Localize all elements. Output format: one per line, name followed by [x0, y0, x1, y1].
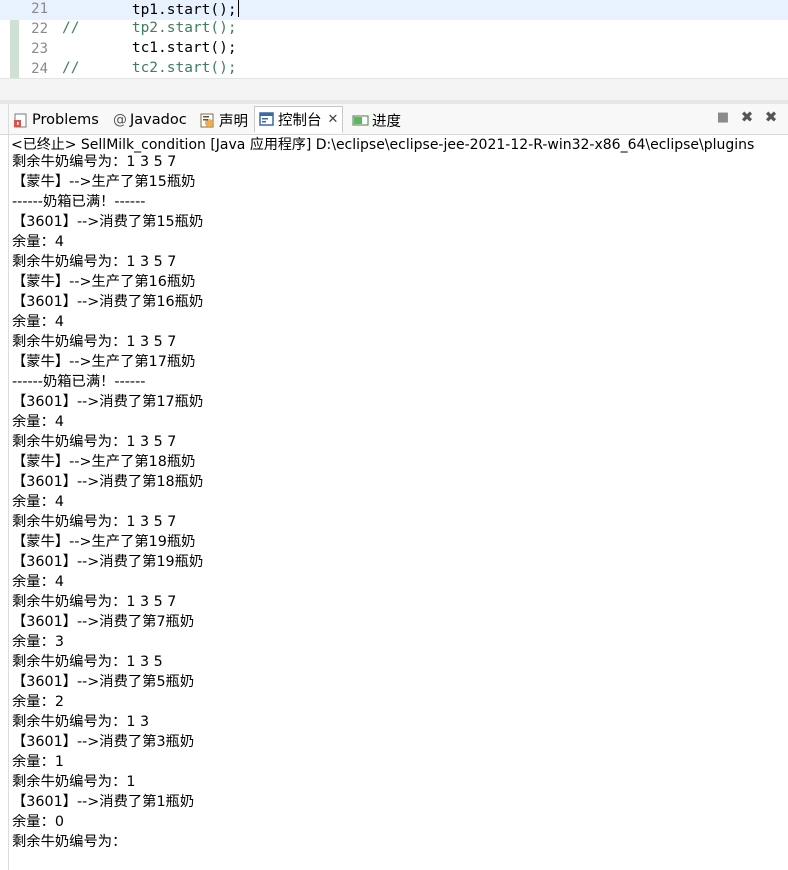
console-line: 余量：4 — [12, 574, 64, 590]
editor-horizontal-scrollbar[interactable] — [0, 78, 788, 101]
console-line: 余量：4 — [12, 234, 64, 250]
console-line: 剩余牛奶编号为：1 3 5 7 — [12, 254, 177, 270]
console-line: 剩余牛奶编号为：1 3 5 7 — [12, 594, 177, 610]
console-line: 余量：4 — [12, 494, 64, 510]
console-line: ------奶箱已满！------ — [12, 194, 146, 210]
code-line[interactable]: 24 // tc2.start(); — [0, 60, 788, 78]
console-line: 余量：1 — [12, 754, 64, 770]
view-tab-bar: Problems @ Javadoc 声明 控制台 ✕ 进度 — [0, 104, 788, 135]
console-line: 【蒙牛】-->生产了第15瓶奶 — [12, 174, 196, 190]
remove-launch-button[interactable]: ✖ — [738, 108, 756, 126]
code-line[interactable]: 21 tp1.start(); — [0, 0, 788, 20]
console-line: 余量：4 — [12, 314, 64, 330]
console-line: 剩余牛奶编号为：1 3 5 7 — [12, 434, 177, 450]
progress-icon — [352, 112, 369, 129]
close-icon[interactable]: ✕ — [328, 112, 339, 127]
console-line: 剩余牛奶编号为：1 3 5 7 — [12, 514, 177, 530]
console-line: 剩余牛奶编号为：1 3 5 — [12, 654, 163, 670]
console-line: 剩余牛奶编号为：1 3 — [12, 714, 150, 730]
console-line: 余量：0 — [12, 814, 64, 830]
tab-label: Javadoc — [130, 112, 187, 128]
console-line: 【3601】-->消费了第7瓶奶 — [12, 614, 195, 630]
text-caret — [237, 0, 239, 17]
tab-problems[interactable]: Problems — [12, 107, 99, 133]
code-text[interactable]: tp1.start(); — [62, 0, 239, 18]
console-line: 【3601】-->消费了第15瓶奶 — [12, 214, 204, 230]
console-icon — [258, 111, 275, 128]
code-text[interactable]: // tp2.start(); — [62, 20, 237, 36]
console-line: 【蒙牛】-->生产了第17瓶奶 — [12, 354, 196, 370]
problems-icon — [12, 112, 29, 129]
remove-all-terminated-button[interactable]: ✖ — [762, 108, 780, 126]
console-line: 余量：3 — [12, 634, 64, 650]
console-line: 剩余牛奶编号为：1 — [12, 774, 136, 790]
javadoc-icon: @ — [113, 111, 127, 128]
console-line: 【3601】-->消费了第18瓶奶 — [12, 474, 204, 490]
console-line: 余量：4 — [12, 414, 64, 430]
console-line: ------奶箱已满！------ — [12, 374, 146, 390]
tab-javadoc[interactable]: @ Javadoc — [113, 107, 187, 133]
code-line[interactable]: 22 // tp2.start(); — [0, 20, 788, 40]
console-line: 剩余牛奶编号为：1 3 5 7 — [12, 334, 177, 350]
line-number: 24 — [31, 61, 48, 77]
declaration-icon — [199, 112, 216, 129]
code-editor[interactable]: 21 tp1.start(); 22 // tp2.start(); 23 tc… — [0, 0, 788, 78]
console-line: 【蒙牛】-->生产了第18瓶奶 — [12, 454, 196, 470]
tab-label: 声明 — [219, 113, 248, 130]
code-text[interactable]: // tc2.start(); — [62, 60, 237, 76]
tab-progress[interactable]: 进度 — [352, 107, 401, 133]
console-line: 【3601】-->消费了第17瓶奶 — [12, 394, 204, 410]
view-border — [8, 104, 9, 870]
console-line: 【蒙牛】-->生产了第19瓶奶 — [12, 534, 196, 550]
console-line: 【3601】-->消费了第1瓶奶 — [12, 794, 195, 810]
console-toolbar: ■ ✖ ✖ — [714, 108, 780, 126]
code-text[interactable]: tc1.start(); — [62, 40, 237, 56]
code-line[interactable]: 23 tc1.start(); — [0, 40, 788, 60]
console-line: 余量：2 — [12, 694, 64, 710]
tab-declaration[interactable]: 声明 — [199, 107, 248, 133]
console-line: 【蒙牛】-->生产了第16瓶奶 — [12, 274, 196, 290]
tab-label: Problems — [32, 112, 99, 128]
console-line: 【3601】-->消费了第16瓶奶 — [12, 294, 204, 310]
tab-label: 控制台 — [278, 113, 322, 129]
line-number: 22 — [31, 21, 48, 37]
console-line: 剩余牛奶编号为： — [12, 834, 127, 850]
tab-label: 进度 — [372, 113, 401, 130]
terminate-button[interactable]: ■ — [714, 108, 732, 126]
tab-console[interactable]: 控制台 ✕ — [254, 106, 344, 133]
line-number: 21 — [31, 1, 48, 17]
console-line: 【3601】-->消费了第5瓶奶 — [12, 674, 195, 690]
console-output[interactable]: 剩余牛奶编号为：1 3 5 7 【蒙牛】-->生产了第15瓶奶 ------奶箱已满… — [12, 152, 782, 852]
console-line: 【3601】-->消费了第3瓶奶 — [12, 734, 195, 750]
line-number: 23 — [31, 41, 48, 57]
console-line: 剩余牛奶编号为：1 3 5 7 — [12, 154, 177, 170]
console-line: 【3601】-->消费了第19瓶奶 — [12, 554, 204, 570]
